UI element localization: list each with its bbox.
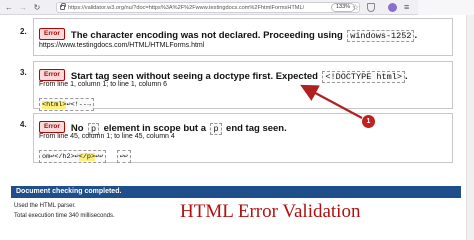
caption-title: HTML Error Validation — [180, 201, 361, 222]
callout-number-badge: 1 — [362, 115, 375, 128]
execution-time: Total execution time 340 milliseconds. — [14, 213, 115, 219]
parser-info: Used the HTML parser. — [14, 203, 76, 209]
status-bar: Document checking completed. — [11, 186, 461, 198]
